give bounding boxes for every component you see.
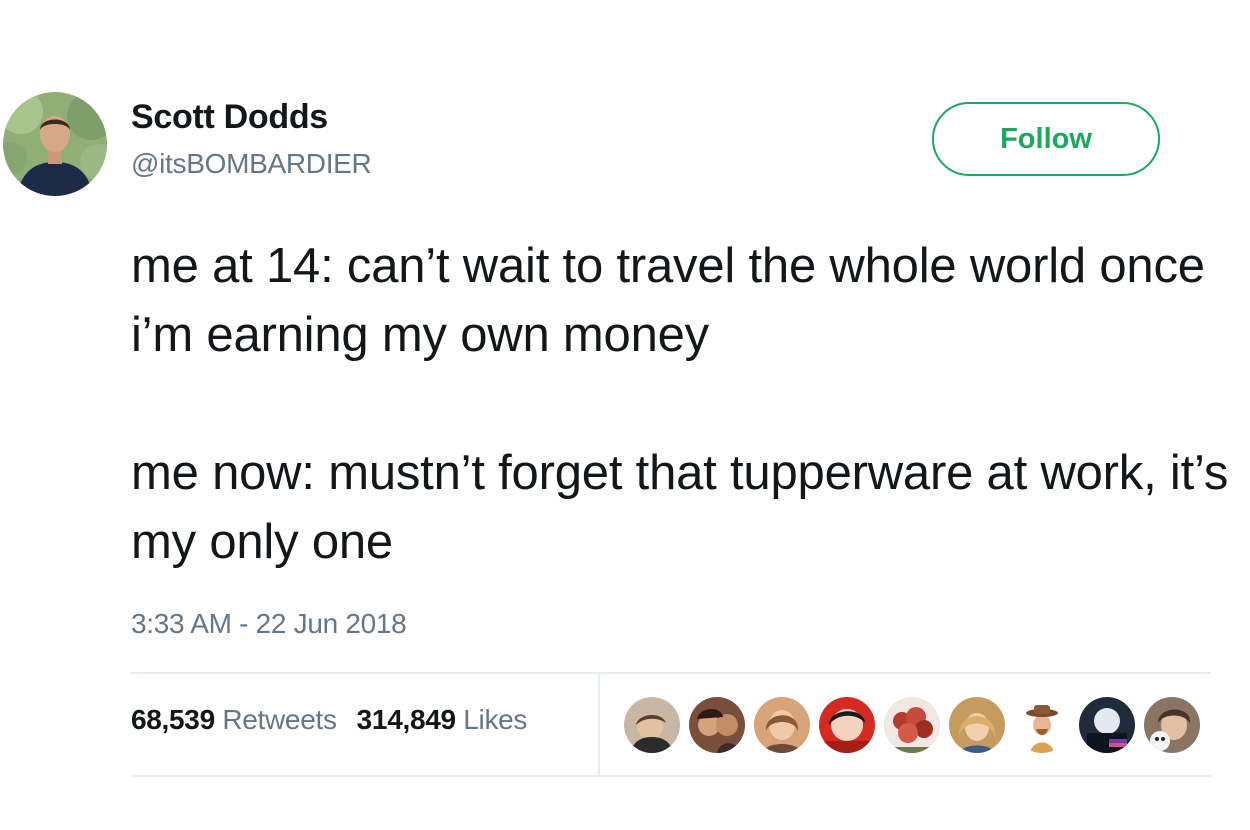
- divider: [131, 775, 1211, 777]
- follow-button[interactable]: Follow: [932, 102, 1160, 176]
- tweet-paragraph: me now: mustn’t forget that tupperware a…: [131, 446, 1229, 569]
- liker-avatar[interactable]: [1144, 697, 1200, 753]
- display-name[interactable]: Scott Dodds: [131, 98, 328, 137]
- likes-stat[interactable]: 314,849 Likes: [356, 704, 528, 736]
- user-handle[interactable]: @itsBOMBARDIER: [131, 148, 372, 180]
- retweets-label: Retweets: [222, 704, 337, 735]
- divider: [598, 673, 600, 775]
- tweet-timestamp[interactable]: 3:33 AM - 22 Jun 2018: [131, 608, 407, 640]
- liker-avatars: [624, 697, 1200, 753]
- liker-avatar[interactable]: [1014, 697, 1070, 753]
- divider: [131, 672, 1211, 674]
- liker-avatar[interactable]: [689, 697, 745, 753]
- liker-avatar[interactable]: [884, 697, 940, 753]
- tweet-text: me at 14: can’t wait to travel the whole…: [131, 232, 1241, 577]
- tweet-paragraph: me at 14: can’t wait to travel the whole…: [131, 239, 1205, 362]
- likes-count: 314,849: [356, 704, 456, 735]
- liker-avatar[interactable]: [949, 697, 1005, 753]
- liker-avatar[interactable]: [624, 697, 680, 753]
- likes-label: Likes: [463, 704, 528, 735]
- liker-avatar[interactable]: [754, 697, 810, 753]
- tweet-stats: 68,539 Retweets 314,849 Likes: [131, 704, 527, 736]
- profile-avatar[interactable]: [3, 92, 107, 196]
- retweets-count: 68,539: [131, 704, 215, 735]
- liker-avatar[interactable]: [1079, 697, 1135, 753]
- liker-avatar[interactable]: [819, 697, 875, 753]
- retweets-stat[interactable]: 68,539 Retweets: [131, 704, 337, 736]
